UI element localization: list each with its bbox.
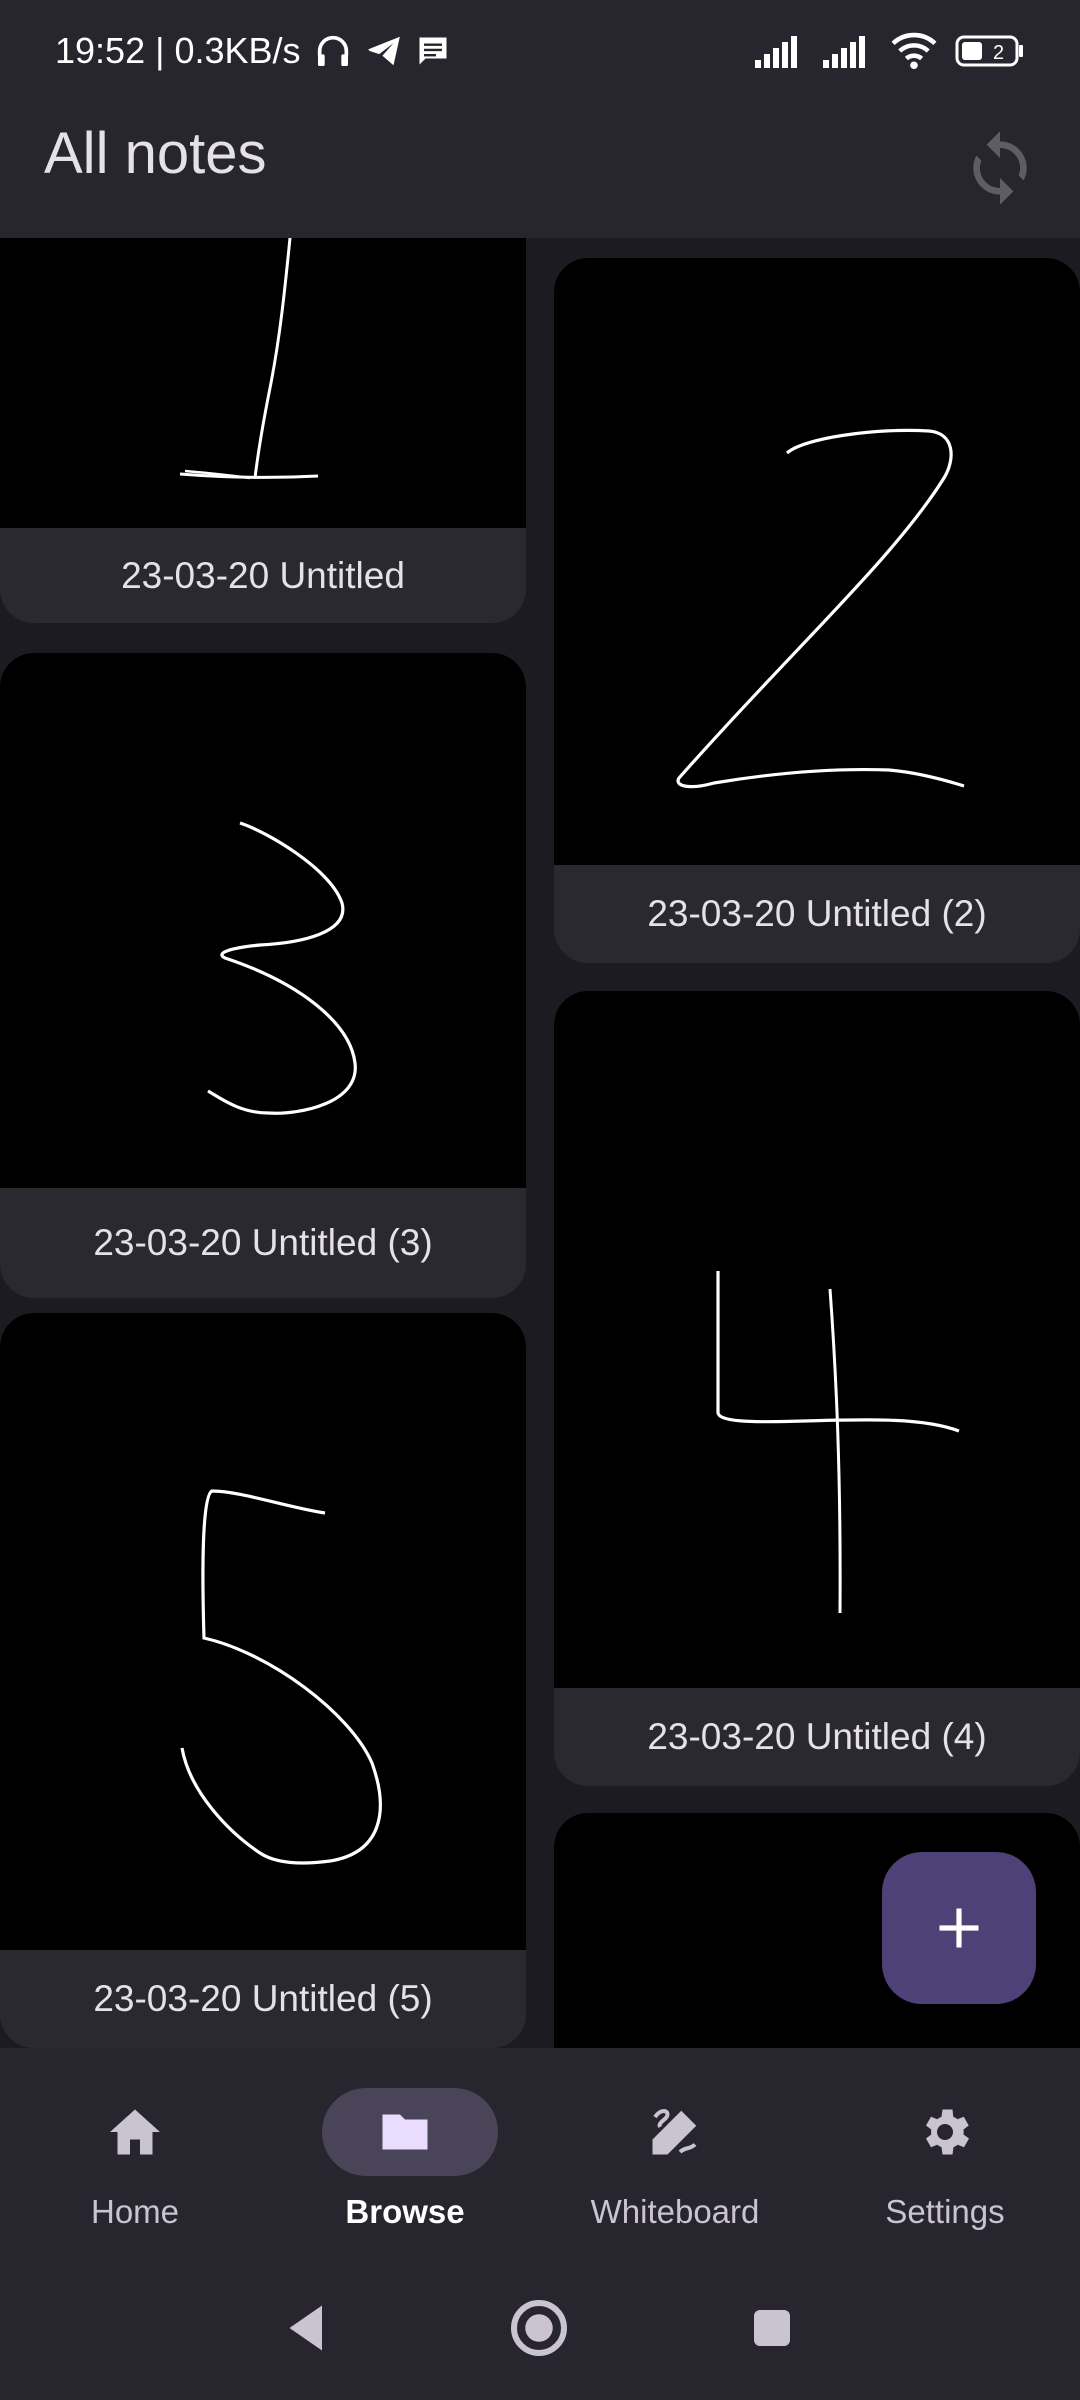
add-note-button[interactable] — [882, 1852, 1036, 2004]
nav-label-browse: Browse — [345, 2193, 465, 2230]
note-drawing-1 — [179, 238, 319, 480]
recents-icon[interactable] — [748, 2304, 796, 2352]
nav-label-home: Home — [90, 2193, 180, 2230]
message-icon — [419, 37, 447, 65]
app-bar: All notes — [0, 110, 1080, 238]
note-card[interactable]: 23-03-20 Untitled (4) — [554, 991, 1080, 1786]
note-card[interactable]: 23-03-20 Untitled (3) — [0, 653, 526, 1298]
status-time-speed: 19:52 | 0.3KB/s — [55, 30, 301, 71]
notes-grid[interactable]: 23-03-20 Untitled 23-03-20 Untitled (2) … — [0, 238, 1080, 2048]
back-icon[interactable] — [277, 2298, 337, 2358]
note-preview — [0, 653, 526, 1188]
note-preview — [0, 1313, 526, 1950]
nav-label-whiteboard: Whiteboard — [590, 2193, 760, 2230]
nav-item-browse[interactable]: Browse — [270, 2048, 540, 2258]
home-circle-icon[interactable] — [509, 2298, 569, 2358]
note-drawing-3 — [207, 821, 357, 1115]
page-title: All notes — [44, 121, 267, 186]
note-drawing-4 — [716, 1271, 960, 1614]
note-title: 23-03-20 Untitled — [121, 554, 405, 596]
note-card[interactable]: 23-03-20 Untitled — [0, 238, 526, 623]
note-title: 23-03-20 Untitled (3) — [93, 1222, 433, 1263]
system-nav-bar — [0, 2258, 1080, 2400]
nav-item-whiteboard[interactable]: Whiteboard — [540, 2048, 810, 2258]
note-preview — [0, 238, 526, 528]
nav-item-settings[interactable]: Settings — [810, 2048, 1080, 2258]
note-preview — [554, 991, 1080, 1688]
wifi-icon — [891, 32, 937, 70]
signal-icon — [755, 36, 797, 68]
battery-level: 2 — [993, 42, 1004, 64]
note-card[interactable]: 23-03-20 Untitled (2) — [554, 258, 1080, 963]
bottom-nav: Home Browse Whiteboard Settings — [0, 2048, 1080, 2258]
gear-icon — [926, 2109, 969, 2155]
note-drawing-2 — [676, 428, 965, 789]
note-title: 23-03-20 Untitled (4) — [647, 1716, 987, 1757]
sync-icon[interactable] — [960, 128, 1040, 208]
note-drawing-5 — [180, 1489, 382, 1865]
pen-icon — [652, 2109, 697, 2155]
status-right: 2 — [755, 32, 1025, 70]
battery-icon: 2 — [955, 35, 1023, 67]
home-icon — [110, 2109, 160, 2155]
status-left: 19:52 | 0.3KB/s — [55, 30, 451, 72]
folder-icon — [382, 2114, 428, 2150]
status-bar: 19:52 | 0.3KB/s 2 — [0, 0, 1080, 110]
nav-label-settings: Settings — [885, 2193, 1005, 2230]
headphones-icon — [317, 35, 348, 66]
note-card[interactable]: 23-03-20 Untitled (5) — [0, 1313, 526, 2048]
plus-icon — [939, 1908, 979, 1948]
note-title: 23-03-20 Untitled (2) — [647, 893, 987, 934]
note-preview — [554, 258, 1080, 865]
telegram-icon — [367, 36, 400, 66]
nav-item-home[interactable]: Home — [0, 2048, 270, 2258]
note-title: 23-03-20 Untitled (5) — [93, 1978, 433, 2019]
signal-icon — [823, 36, 865, 68]
